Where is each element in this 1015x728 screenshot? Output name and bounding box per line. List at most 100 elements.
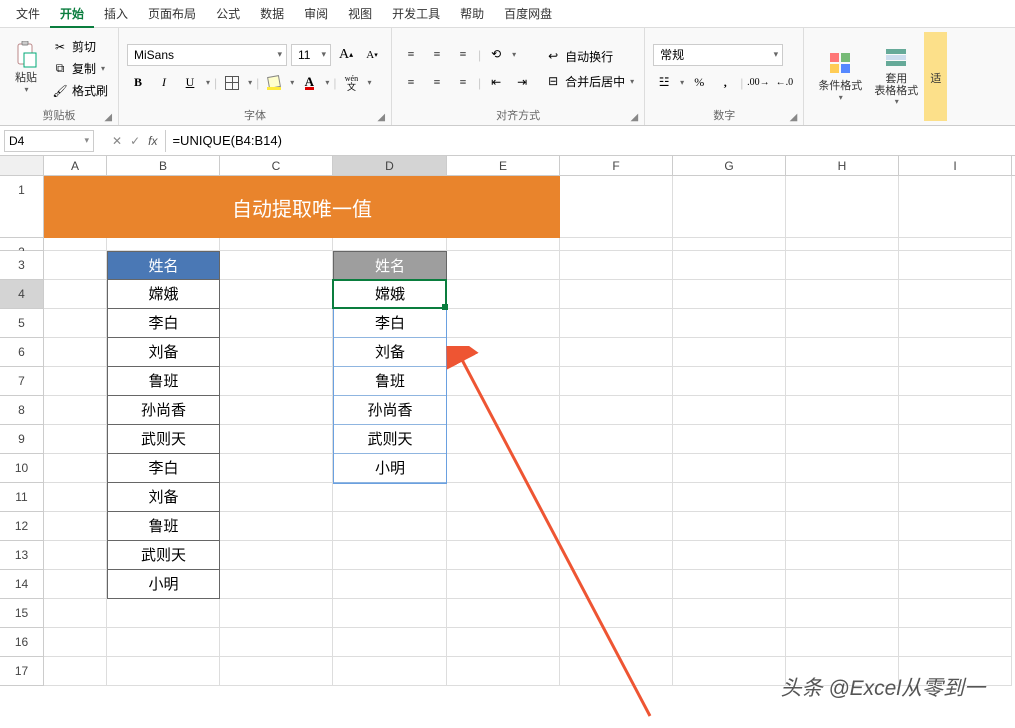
- cell[interactable]: [44, 396, 107, 425]
- cell[interactable]: [673, 251, 786, 280]
- row-header-9[interactable]: 9: [0, 425, 44, 454]
- cell[interactable]: [560, 309, 673, 338]
- row-header-11[interactable]: 11: [0, 483, 44, 512]
- cell[interactable]: [44, 599, 107, 628]
- cell[interactable]: [44, 367, 107, 396]
- menu-view[interactable]: 视图: [338, 0, 382, 28]
- cell[interactable]: [673, 599, 786, 628]
- cell[interactable]: [447, 512, 560, 541]
- cell[interactable]: [786, 512, 899, 541]
- cell[interactable]: [220, 657, 333, 686]
- format-painter-button[interactable]: 🖌格式刷: [50, 81, 110, 100]
- cell[interactable]: [560, 599, 673, 628]
- format-as-table-button[interactable]: 套用 表格格式▾: [868, 32, 924, 121]
- col-header-E[interactable]: E: [447, 156, 560, 175]
- phonetic-button[interactable]: wén文: [340, 72, 362, 94]
- cell[interactable]: [220, 396, 333, 425]
- cell[interactable]: [44, 280, 107, 309]
- percent-button[interactable]: %: [688, 72, 710, 94]
- font-color-button[interactable]: A: [298, 72, 320, 94]
- cell[interactable]: [786, 396, 899, 425]
- row-header-13[interactable]: 13: [0, 541, 44, 570]
- table-row[interactable]: 刘备: [107, 483, 220, 512]
- cell[interactable]: [786, 238, 899, 251]
- cell[interactable]: [899, 251, 1012, 280]
- cell[interactable]: [899, 599, 1012, 628]
- cell[interactable]: [786, 483, 899, 512]
- cell[interactable]: [560, 238, 673, 251]
- cell[interactable]: [673, 396, 786, 425]
- table-row[interactable]: 鲁班: [333, 367, 447, 396]
- menu-data[interactable]: 数据: [250, 0, 294, 28]
- cell-styles-button[interactable]: 适: [924, 32, 947, 121]
- table-row[interactable]: 小明: [333, 454, 447, 483]
- number-format-select[interactable]: 常规: [653, 44, 783, 66]
- cell[interactable]: [447, 483, 560, 512]
- cell[interactable]: [333, 570, 447, 599]
- menu-baidu[interactable]: 百度网盘: [494, 0, 562, 28]
- cell[interactable]: [220, 280, 333, 309]
- cell[interactable]: [786, 454, 899, 483]
- cell[interactable]: [899, 309, 1012, 338]
- col-header-A[interactable]: A: [44, 156, 107, 175]
- cell[interactable]: [220, 454, 333, 483]
- align-top-button[interactable]: ≡: [400, 44, 422, 66]
- cell[interactable]: [447, 599, 560, 628]
- row-header-17[interactable]: 17: [0, 657, 44, 686]
- spreadsheet-grid[interactable]: A B C D E F G H I 1234567891011121314151…: [0, 156, 1015, 726]
- cell[interactable]: [673, 280, 786, 309]
- menu-page-layout[interactable]: 页面布局: [138, 0, 206, 28]
- cell[interactable]: [786, 280, 899, 309]
- accounting-button[interactable]: ☳: [653, 72, 675, 94]
- paste-button[interactable]: 粘贴 ▾: [8, 32, 44, 105]
- table-row[interactable]: 李白: [107, 454, 220, 483]
- menu-help[interactable]: 帮助: [450, 0, 494, 28]
- cell[interactable]: [786, 541, 899, 570]
- cell[interactable]: [786, 367, 899, 396]
- cell[interactable]: [220, 541, 333, 570]
- row-header-8[interactable]: 8: [0, 396, 44, 425]
- col-header-F[interactable]: F: [560, 156, 673, 175]
- align-center-button[interactable]: ≡: [426, 72, 448, 94]
- cell[interactable]: [447, 367, 560, 396]
- increase-indent-button[interactable]: ⇥: [511, 72, 533, 94]
- cell[interactable]: [44, 483, 107, 512]
- cell[interactable]: [673, 512, 786, 541]
- accept-formula-button[interactable]: ✓: [130, 134, 140, 148]
- cell[interactable]: [786, 425, 899, 454]
- cell[interactable]: [899, 367, 1012, 396]
- cell[interactable]: [673, 176, 786, 238]
- cell[interactable]: [673, 657, 786, 686]
- cell[interactable]: [220, 309, 333, 338]
- cell[interactable]: [44, 512, 107, 541]
- cell[interactable]: [447, 570, 560, 599]
- cell[interactable]: [220, 251, 333, 280]
- cell[interactable]: [560, 425, 673, 454]
- cell[interactable]: [560, 657, 673, 686]
- cell[interactable]: [899, 338, 1012, 367]
- row-header-12[interactable]: 12: [0, 512, 44, 541]
- cell[interactable]: [899, 176, 1012, 238]
- table-row[interactable]: 武则天: [107, 425, 220, 454]
- formula-input[interactable]: =UNIQUE(B4:B14): [165, 130, 1015, 152]
- cell[interactable]: [220, 599, 333, 628]
- dialog-launcher-icon[interactable]: ◢: [630, 112, 638, 123]
- font-size-select[interactable]: 11: [291, 44, 331, 66]
- cell[interactable]: [447, 280, 560, 309]
- cell[interactable]: [560, 570, 673, 599]
- table-row[interactable]: 鲁班: [107, 512, 220, 541]
- cell[interactable]: [447, 541, 560, 570]
- cell[interactable]: [673, 367, 786, 396]
- cell[interactable]: [786, 251, 899, 280]
- row-header-14[interactable]: 14: [0, 570, 44, 599]
- table-row[interactable]: 刘备: [333, 338, 447, 367]
- table-row[interactable]: 李白: [107, 309, 220, 338]
- row-header-15[interactable]: 15: [0, 599, 44, 628]
- menu-file[interactable]: 文件: [6, 0, 50, 28]
- merge-center-button[interactable]: ⊟合并后居中▾: [543, 72, 636, 91]
- font-name-select[interactable]: MiSans: [127, 44, 287, 66]
- cell[interactable]: [560, 541, 673, 570]
- cell[interactable]: [560, 367, 673, 396]
- cell[interactable]: [899, 541, 1012, 570]
- align-left-button[interactable]: ≡: [400, 72, 422, 94]
